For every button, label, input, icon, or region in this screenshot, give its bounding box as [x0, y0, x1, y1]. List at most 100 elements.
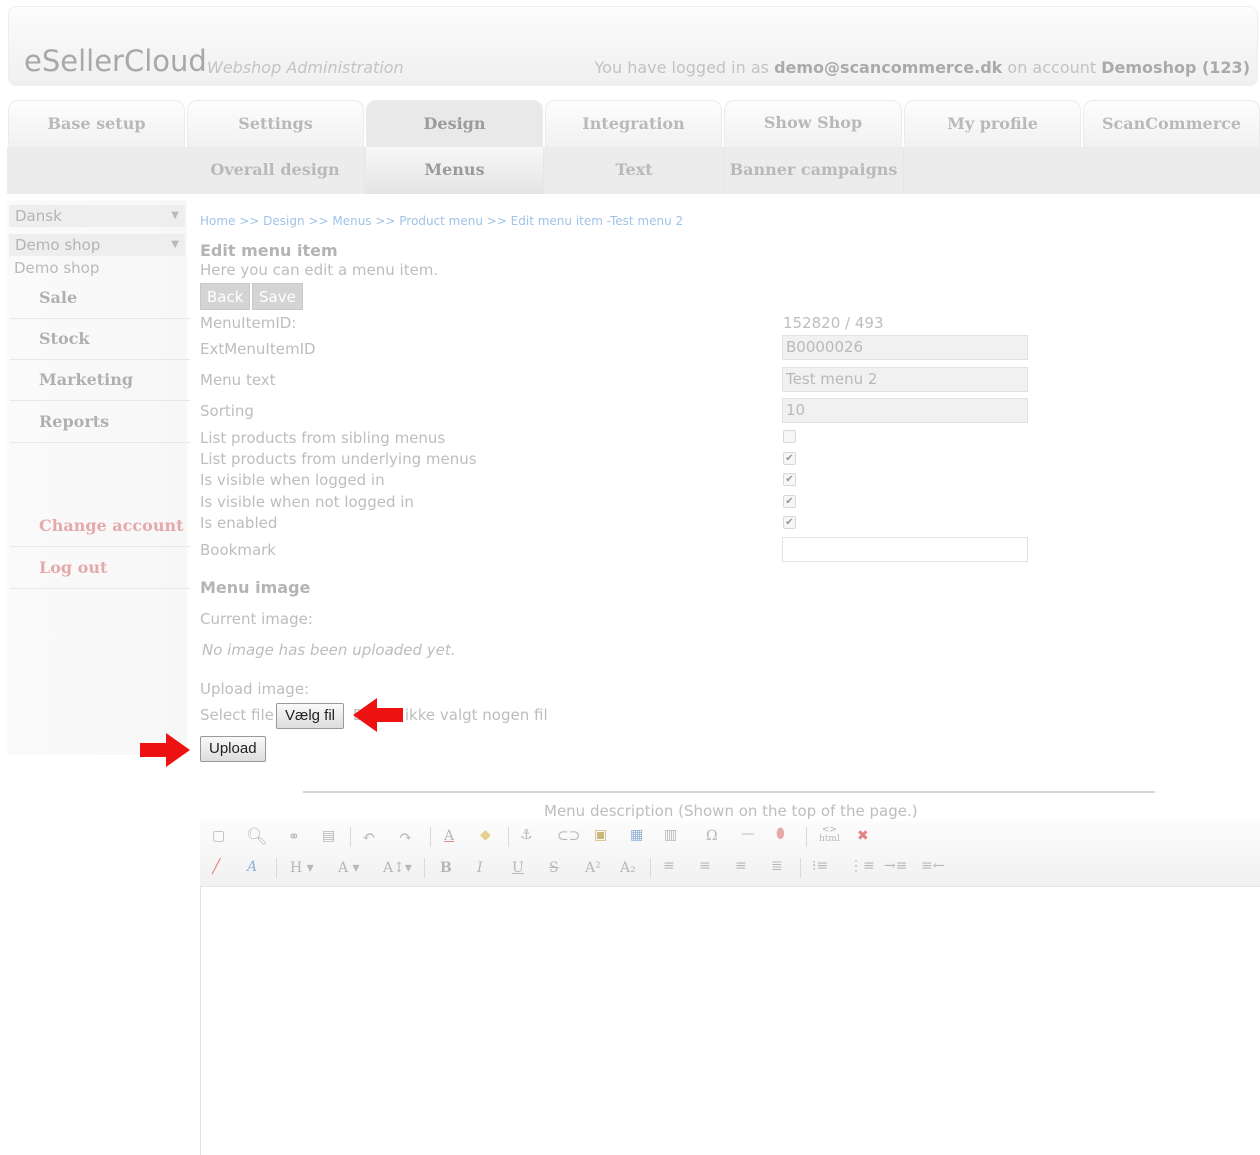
numbered-list-icon[interactable]: ⁝≡	[812, 858, 828, 874]
subtab-text[interactable]: Text	[545, 147, 724, 194]
checkbox-visible-logged-in[interactable]: ✔	[783, 473, 796, 486]
bold-icon[interactable]: B	[440, 860, 452, 876]
special-char-icon[interactable]: Ω	[706, 828, 718, 844]
save-button[interactable]: Save	[252, 283, 303, 310]
no-image-text: No image has been uploaded yet.	[202, 641, 456, 659]
strikethrough-icon[interactable]: S	[549, 860, 559, 876]
tab-design[interactable]: Design	[366, 100, 543, 148]
tab-settings[interactable]: Settings	[187, 100, 364, 148]
editor-caption: Menu description (Shown on the top of th…	[544, 802, 918, 820]
menutext-field[interactable]: Test menu 2	[782, 367, 1028, 392]
clear-format-icon[interactable]: A	[247, 859, 257, 875]
editor-divider	[303, 791, 1155, 793]
extid-field[interactable]: B0000026	[782, 335, 1028, 360]
checkbox-label-sibling: List products from sibling menus	[200, 429, 446, 447]
page-description: Here you can edit a menu item.	[200, 261, 439, 279]
table-icon[interactable]: ▦	[630, 827, 643, 843]
new-page-icon[interactable]: ▢	[212, 828, 225, 844]
checkbox-visible-not-logged-in[interactable]: ✔	[783, 495, 796, 508]
align-left-icon[interactable]: ≡	[663, 858, 675, 874]
subscript-icon[interactable]: A₂	[620, 860, 636, 876]
tab-my-profile[interactable]: My profile	[904, 100, 1081, 148]
html-source-icon[interactable]: <> html	[819, 826, 840, 844]
subtab-menus[interactable]: Menus	[366, 147, 544, 194]
brush-icon[interactable]: ╱	[212, 859, 220, 875]
checkbox-label-underlying: List products from underlying menus	[200, 450, 477, 468]
editor-toolbar	[200, 821, 1260, 887]
link-icon[interactable]: ⊂⊃	[557, 828, 580, 844]
tab-show-shop[interactable]: Show Shop	[724, 100, 902, 148]
menutext-label: Menu text	[200, 371, 276, 389]
paste-icon[interactable]: ▤	[322, 828, 335, 844]
font-size-icon[interactable]: A↕▾	[383, 860, 412, 876]
checkbox-underlying[interactable]: ✔	[783, 452, 796, 465]
upload-button[interactable]: Upload	[200, 736, 266, 762]
arrow-right-icon	[140, 733, 190, 767]
checkbox-label-visible-not-logged-in: Is visible when not logged in	[200, 493, 414, 511]
login-user: demo@scancommerce.dk	[774, 58, 1003, 77]
app-logo[interactable]: eSellerCloud	[24, 44, 207, 78]
tab-integration[interactable]: Integration	[545, 100, 722, 148]
choose-file-button[interactable]: Vælg fil	[276, 703, 345, 729]
font-icon[interactable]: A ▾	[338, 860, 360, 876]
sidebar-item-sale[interactable]: Sale	[10, 278, 190, 319]
sidebar-item-change-account[interactable]: Change account	[10, 506, 190, 547]
sorting-label: Sorting	[200, 402, 254, 420]
back-button[interactable]: Back	[200, 283, 251, 310]
sidebar-item-stock[interactable]: Stock	[10, 319, 190, 360]
checkbox-label-enabled: Is enabled	[200, 514, 278, 532]
anchor-icon[interactable]: ⚓︎	[520, 827, 533, 843]
subtab-banner-campaigns[interactable]: Banner campaigns	[724, 147, 904, 194]
checkbox-sibling[interactable]	[783, 430, 796, 443]
align-justify-icon[interactable]: ≣	[771, 858, 783, 874]
align-center-icon[interactable]: ≡	[699, 858, 711, 874]
sorting-field[interactable]: 10	[782, 398, 1028, 423]
close-icon[interactable]: ✖	[857, 828, 869, 844]
eraser-icon[interactable]: ⬮	[776, 826, 785, 842]
chevron-down-icon: ▼	[171, 239, 179, 250]
redo-icon[interactable]: ↷	[399, 827, 412, 846]
arrow-left-icon	[353, 698, 403, 732]
extid-label: ExtMenuItemID	[200, 340, 316, 358]
text-color-icon[interactable]: A	[444, 828, 454, 844]
align-right-icon[interactable]: ≡	[735, 858, 747, 874]
find-icon[interactable]: ⚭	[288, 829, 300, 845]
indent-icon[interactable]: →≡	[884, 858, 907, 874]
language-select[interactable]: Dansk ▼	[9, 205, 185, 227]
preview-icon[interactable]: 🔍︎	[246, 827, 268, 847]
checkbox-label-visible-logged-in: Is visible when logged in	[200, 471, 385, 489]
image-icon[interactable]: ▣	[594, 827, 607, 843]
editor-content-area[interactable]	[200, 886, 1260, 1155]
horizontal-rule-icon[interactable]: —	[741, 826, 755, 842]
undo-icon[interactable]: ↶	[362, 827, 375, 846]
tab-base-setup[interactable]: Base setup	[8, 100, 185, 148]
tab-scancommerce[interactable]: ScanCommerce	[1083, 100, 1260, 148]
menuitemid-value: 152820 / 493	[783, 314, 884, 332]
bookmark-field[interactable]	[782, 537, 1028, 562]
italic-icon[interactable]: I	[477, 860, 483, 876]
form-icon[interactable]: ▥	[664, 827, 677, 843]
underline-icon[interactable]: U	[512, 860, 524, 876]
bookmark-label: Bookmark	[200, 541, 276, 559]
bg-color-icon[interactable]: ◆	[480, 827, 491, 843]
select-file-label: Select file	[200, 706, 274, 724]
login-info: You have logged in as demo@scancommerce.…	[594, 58, 1250, 77]
sidebar-item-reports[interactable]: Reports	[10, 402, 190, 443]
checkbox-enabled[interactable]: ✔	[783, 516, 796, 529]
app-subtitle: Webshop Administration	[207, 58, 404, 77]
breadcrumb[interactable]: Home >> Design >> Menus >> Product menu …	[200, 214, 683, 228]
sidebar-item-log-out[interactable]: Log out	[10, 548, 190, 589]
menu-image-heading: Menu image	[200, 578, 311, 597]
outdent-icon[interactable]: ≡←	[921, 858, 944, 874]
chevron-down-icon: ▼	[171, 210, 179, 221]
shop-select[interactable]: Demo shop ▼	[9, 234, 185, 256]
shop-label: Demo shop	[14, 259, 100, 277]
superscript-icon[interactable]: A²	[585, 860, 601, 876]
subtab-overall-design[interactable]: Overall design	[186, 147, 365, 194]
menuitemid-label: MenuItemID:	[200, 314, 297, 332]
heading-icon[interactable]: H ▾	[290, 860, 314, 876]
upload-image-label: Upload image:	[200, 680, 310, 698]
sidebar-item-marketing[interactable]: Marketing	[10, 360, 190, 401]
login-account: Demoshop (123)	[1101, 58, 1250, 77]
bullet-list-icon[interactable]: ⋮≡	[849, 858, 875, 874]
